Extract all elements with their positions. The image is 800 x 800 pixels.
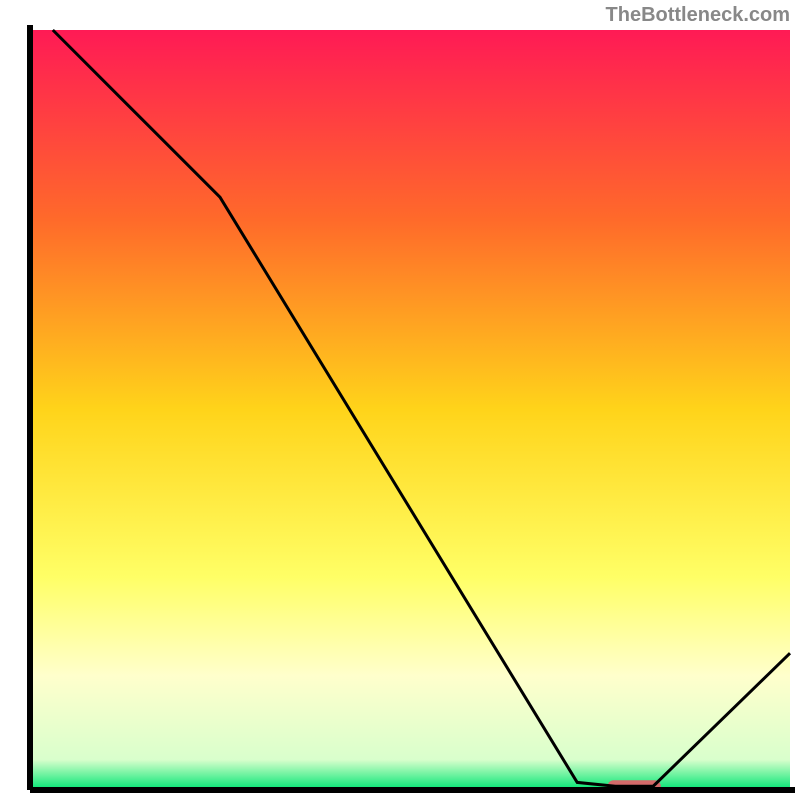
bottleneck-chart <box>0 0 800 800</box>
chart-container: TheBottleneck.com <box>0 0 800 800</box>
watermark-text: TheBottleneck.com <box>606 4 790 27</box>
gradient-background <box>30 30 790 790</box>
